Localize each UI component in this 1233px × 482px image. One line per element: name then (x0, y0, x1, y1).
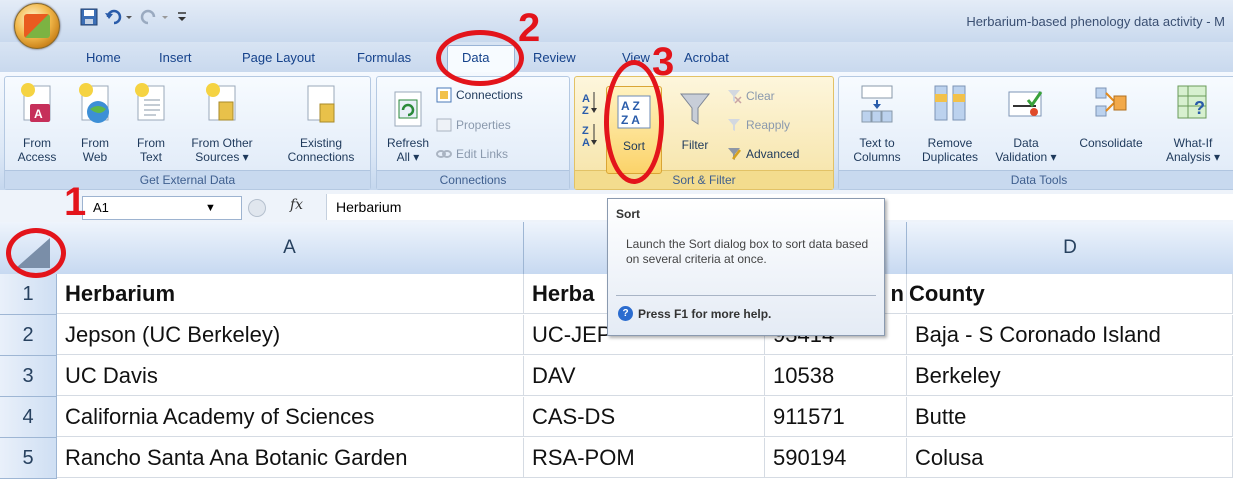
name-box[interactable]: A1 ▼ (82, 196, 242, 220)
what-if-icon: ? (1177, 85, 1207, 119)
consolidate-button[interactable]: Consolidate (1068, 80, 1154, 172)
svg-text:Z: Z (582, 105, 589, 117)
tab-home[interactable]: Home (86, 50, 121, 65)
web-globe-icon (79, 83, 109, 123)
cell-d4[interactable]: Butte (907, 397, 1233, 437)
connections-icon (436, 87, 452, 103)
tab-page-layout[interactable]: Page Layout (242, 50, 315, 65)
consolidate-icon (1095, 87, 1127, 117)
reapply-icon (728, 119, 740, 131)
annotation-circle-2 (436, 30, 524, 86)
what-if-analysis-button[interactable]: ? What-If Analysis ▾ (1160, 80, 1226, 172)
row-header-3[interactable]: 3 (0, 356, 57, 397)
text-to-columns-icon (861, 85, 893, 123)
cell-b3[interactable]: DAV (524, 356, 765, 396)
office-button[interactable] (14, 3, 60, 49)
save-icon[interactable] (80, 8, 98, 28)
chain-link-icon (436, 150, 452, 158)
cell-a3[interactable]: UC Davis (57, 356, 524, 396)
other-sources-icon (206, 83, 236, 121)
cell-b5[interactable]: RSA-POM (524, 438, 765, 478)
window-title: Herbarium-based phenology data activity … (966, 14, 1225, 29)
from-access-button[interactable]: A From Access (14, 80, 60, 172)
cell-c3[interactable]: 10538 (765, 356, 907, 396)
name-box-value: A1 (93, 200, 109, 215)
annotation-number-1: 1 (64, 180, 87, 224)
remove-duplicates-icon (934, 85, 966, 121)
svg-text:A: A (34, 107, 43, 121)
cell-b4[interactable]: CAS-DS (524, 397, 765, 437)
tooltip-title: Sort (616, 207, 640, 221)
cell-c4[interactable]: 911571 (765, 397, 907, 437)
cancel-formula-icon[interactable] (248, 199, 266, 217)
cell-d1[interactable]: County (907, 274, 1233, 314)
from-web-button[interactable]: From Web (72, 80, 118, 172)
help-icon: ? (618, 306, 633, 321)
svg-text:A: A (582, 93, 590, 105)
row-header-4[interactable]: 4 (0, 397, 57, 438)
tooltip-divider (616, 295, 876, 296)
insert-function-icon[interactable]: fx (290, 197, 303, 213)
clear-filter-icon (728, 90, 742, 104)
column-header-a[interactable]: A (56, 222, 524, 274)
annotation-number-3: 3 (652, 40, 675, 84)
access-db-icon: A (21, 83, 51, 122)
data-validation-button[interactable]: Data Validation ▾ (988, 80, 1064, 172)
row-header-2[interactable]: 2 (0, 315, 57, 356)
cell-c5[interactable]: 590194 (765, 438, 907, 478)
text-file-icon (135, 83, 165, 121)
cell-a4[interactable]: California Academy of Sciences (57, 397, 524, 437)
existing-connections-button[interactable]: Existing Connections (275, 80, 367, 172)
cell-d2[interactable]: Baja - S Coronado Island (907, 315, 1233, 355)
tooltip-help-text: Press F1 for more help. (638, 307, 772, 321)
svg-text:Z: Z (582, 125, 589, 137)
formula-value: Herbarium (336, 199, 402, 215)
row-header-5[interactable]: 5 (0, 438, 57, 479)
properties-icon (436, 118, 452, 132)
refresh-all-button[interactable]: Refresh All ▾ (382, 80, 434, 172)
remove-duplicates-button[interactable]: Remove Duplicates (914, 80, 986, 172)
office-logo-icon (24, 14, 50, 38)
text-to-columns-button[interactable]: Text to Columns (844, 80, 910, 172)
cell-d3[interactable]: Berkeley (907, 356, 1233, 396)
redo-icon[interactable] (140, 8, 170, 28)
funnel-icon (679, 93, 711, 125)
data-validation-icon (1008, 91, 1043, 117)
group-label: Data Tools (839, 170, 1233, 189)
group-label: Get External Data (5, 170, 370, 189)
cell-a1[interactable]: Herbarium (57, 274, 524, 314)
svg-text:?: ? (1194, 98, 1205, 118)
svg-text:A: A (582, 137, 590, 148)
name-box-dropdown-icon[interactable]: ▼ (205, 197, 216, 219)
tab-formulas[interactable]: Formulas (357, 50, 411, 65)
annotation-circle-1 (6, 228, 66, 278)
cell-d5[interactable]: Colusa (907, 438, 1233, 478)
column-header-d[interactable]: D (907, 222, 1233, 274)
row-header-1[interactable]: 1 (0, 274, 57, 315)
cell-a2[interactable]: Jepson (UC Berkeley) (57, 315, 524, 355)
from-text-button[interactable]: From Text (128, 80, 174, 172)
cell-a5[interactable]: Rancho Santa Ana Botanic Garden (57, 438, 524, 478)
from-other-sources-button[interactable]: From Other Sources ▾ (182, 80, 262, 172)
tab-acrobat[interactable]: Acrobat (684, 50, 729, 65)
tooltip-body: Launch the Sort dialog box to sort data … (626, 237, 869, 266)
existing-connections-icon (307, 85, 335, 123)
tab-insert[interactable]: Insert (159, 50, 192, 65)
filter-button[interactable]: Filter (670, 86, 720, 172)
group-label: Connections (377, 170, 569, 189)
sort-tooltip: Sort Launch the Sort dialog box to sort … (607, 198, 885, 336)
advanced-filter-icon (728, 148, 741, 160)
customize-qat-icon[interactable] (176, 8, 190, 28)
undo-icon[interactable] (104, 8, 134, 28)
refresh-icon (394, 91, 422, 127)
sort-az-icon[interactable]: AZZA (580, 88, 600, 149)
annotation-number-2: 2 (518, 6, 541, 50)
tab-review[interactable]: Review (533, 50, 576, 65)
